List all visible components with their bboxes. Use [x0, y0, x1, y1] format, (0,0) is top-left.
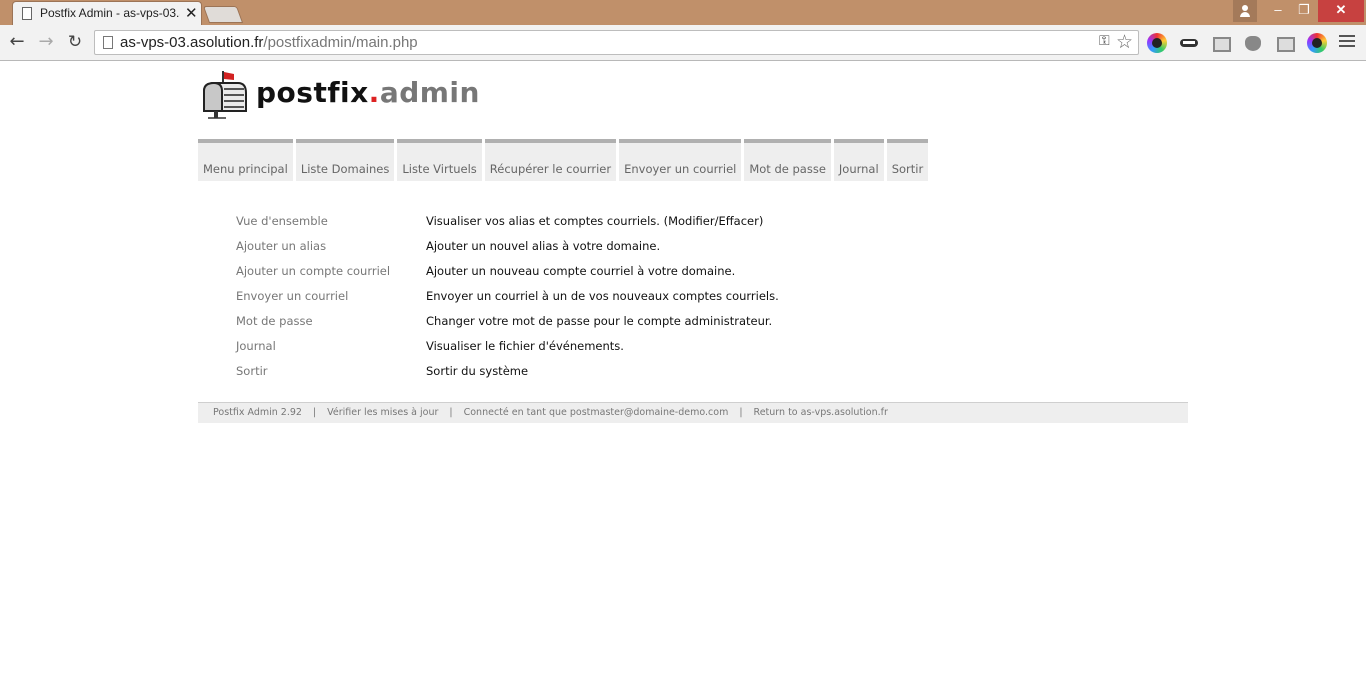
url-path: /postfixadmin/main.php: [263, 34, 418, 51]
url-text[interactable]: as-vps-03.asolution.fr/postfixadmin/main…: [120, 34, 418, 51]
menu-item-logout[interactable]: Sortir: [886, 139, 929, 181]
browser-titlebar: Postfix Admin - as-vps-03.asolution.fr ✕…: [0, 0, 1366, 25]
add-mailbox-description: Ajouter un nouveau compte courriel à vot…: [426, 264, 736, 278]
footer: Postfix Admin 2.92 | Vérifier les mises à …: [198, 402, 1188, 423]
add-alias-link[interactable]: Ajouter un alias: [236, 239, 326, 253]
close-window-button[interactable]: ✕: [1318, 0, 1364, 22]
close-tab-icon[interactable]: ✕: [185, 4, 198, 22]
reload-icon[interactable]: ↻: [64, 31, 86, 53]
overview-link[interactable]: Vue d'ensemble: [236, 214, 328, 228]
extension-mask-icon[interactable]: [1179, 33, 1199, 53]
footer-logged-in-as: Connecté en tant que postmaster@domaine-…: [463, 407, 729, 418]
main-menu: Menu principal Liste Domaines Liste Virtue…: [198, 139, 931, 181]
key-icon[interactable]: ⚿: [1099, 33, 1110, 49]
footer-separator: |: [449, 407, 453, 418]
menu-item-virtual[interactable]: Liste Virtuels: [397, 139, 482, 181]
menu-item-log[interactable]: Journal: [833, 139, 884, 181]
new-tab-button[interactable]: [202, 6, 244, 23]
footer-check-updates-link[interactable]: Vérifier les mises à jour: [327, 407, 438, 418]
menu-item-password[interactable]: Mot de passe: [744, 139, 831, 181]
page-icon: [103, 36, 113, 49]
user-profile-icon[interactable]: [1233, 0, 1257, 22]
log-description: Visualiser le fichier d'événements.: [426, 339, 624, 353]
footer-separator: |: [739, 407, 743, 418]
mailbox-logo-icon: [203, 71, 247, 119]
browser-toolbar: ← → ↻ as-vps-03.asolution.fr/postfixadmi…: [0, 25, 1366, 61]
logout-link[interactable]: Sortir: [236, 364, 268, 378]
browser-tab-active[interactable]: Postfix Admin - as-vps-03.asolution.fr ✕: [12, 1, 202, 25]
footer-return-link[interactable]: Return to as-vps.asolution.fr: [754, 407, 888, 418]
minimize-button[interactable]: –: [1264, 0, 1292, 22]
logo-text-postfix: postfix: [256, 76, 369, 109]
send-mail-link[interactable]: Envoyer un courriel: [236, 289, 348, 303]
extension-fox-icon[interactable]: [1243, 33, 1263, 53]
address-bar[interactable]: as-vps-03.asolution.fr/postfixadmin/main…: [94, 30, 1139, 55]
menu-item-fetchmail[interactable]: Récupérer le courrier: [484, 139, 617, 181]
menu-item-main[interactable]: Menu principal: [198, 139, 293, 181]
footer-separator: |: [312, 407, 317, 418]
extension-window-icon[interactable]: [1211, 33, 1231, 53]
maximize-button[interactable]: ❐: [1290, 0, 1318, 22]
log-link[interactable]: Journal: [236, 339, 276, 353]
app-logo-text: postfix.admin: [256, 76, 480, 109]
password-description: Changer votre mot de passe pour le compt…: [426, 314, 773, 328]
extension-color-icon[interactable]: [1307, 33, 1327, 53]
overview-description: Visualiser vos alias et comptes courriel…: [426, 214, 764, 228]
menu-item-send-mail[interactable]: Envoyer un courriel: [619, 139, 742, 181]
url-host: as-vps-03.asolution.fr: [120, 34, 264, 51]
add-alias-description: Ajouter un nouvel alias à votre domaine.: [426, 239, 661, 253]
extension-color-icon[interactable]: [1147, 33, 1167, 53]
tab-title: Postfix Admin - as-vps-03.asolution.fr: [40, 6, 180, 20]
extension-window-icon[interactable]: [1275, 33, 1295, 53]
forward-arrow-icon[interactable]: →: [35, 31, 57, 53]
footer-version[interactable]: Postfix Admin 2.92: [213, 407, 302, 418]
password-link[interactable]: Mot de passe: [236, 314, 313, 328]
add-mailbox-link[interactable]: Ajouter un compte courriel: [236, 264, 390, 278]
star-icon[interactable]: ☆: [1116, 31, 1133, 53]
logout-description: Sortir du système: [426, 364, 529, 378]
menu-item-domains[interactable]: Liste Domaines: [295, 139, 395, 181]
menu-icon[interactable]: [1339, 35, 1355, 49]
logo-text-admin: admin: [379, 76, 480, 109]
page-icon: [22, 7, 32, 20]
logo-dot: .: [368, 76, 380, 109]
back-arrow-icon[interactable]: ←: [6, 31, 28, 53]
send-mail-description: Envoyer un courriel à un de vos nouveaux…: [426, 289, 779, 303]
